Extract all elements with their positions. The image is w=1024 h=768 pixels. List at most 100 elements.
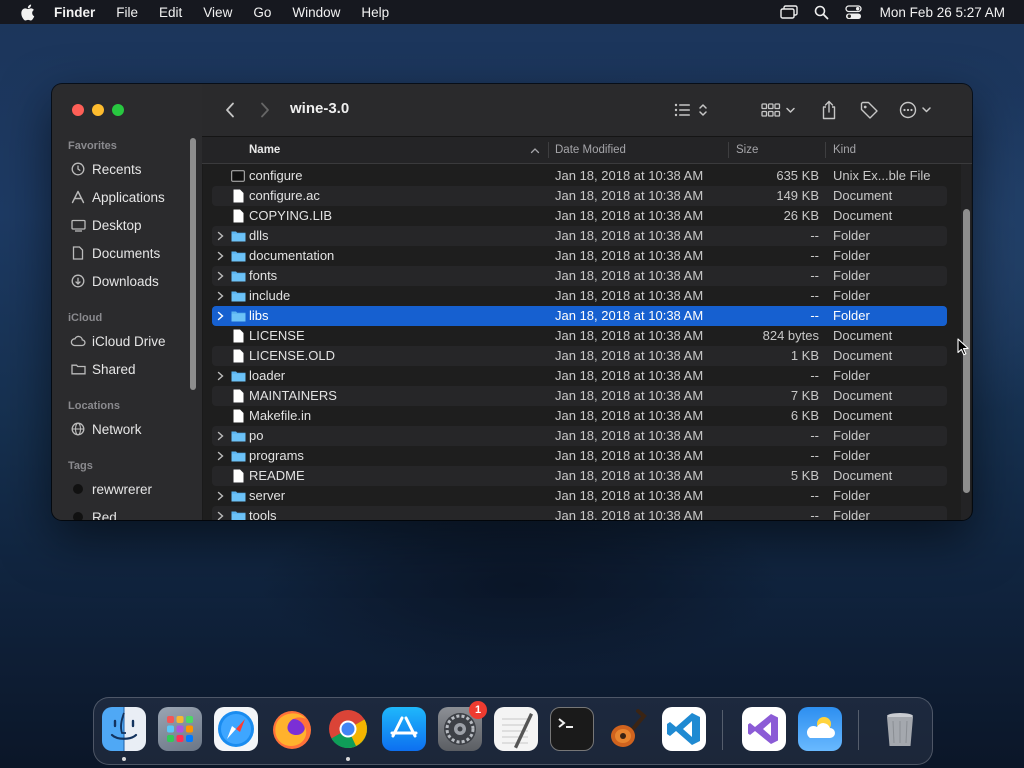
file-row-dlls[interactable]: dlls Jan 18, 2018 at 10:38 AM -- Folder [212,226,947,246]
file-row-programs[interactable]: programs Jan 18, 2018 at 10:38 AM -- Fol… [212,446,947,466]
disclosure-chevron-icon[interactable] [214,266,226,286]
disclosure-chevron-icon[interactable] [214,306,226,326]
menu-window[interactable]: Window [292,5,340,20]
disclosure-chevron-icon[interactable] [214,506,226,520]
menu-file[interactable]: File [116,5,138,20]
column-header-size[interactable]: Size [736,137,758,163]
desktop-icon [70,217,86,233]
column-divider[interactable] [825,142,826,158]
file-name: libs [249,308,269,323]
file-row-include[interactable]: include Jan 18, 2018 at 10:38 AM -- Fold… [212,286,947,306]
dock-trash-icon[interactable] [878,707,922,751]
group-by-button[interactable] [760,98,800,122]
file-row-configure[interactable]: configure Jan 18, 2018 at 10:38 AM 635 K… [212,166,947,186]
dock-launchpad-icon[interactable] [158,707,202,751]
dock-chrome-icon[interactable] [326,707,370,751]
control-center-icon[interactable] [845,4,862,20]
file-row-copying-lib[interactable]: COPYING.LIB Jan 18, 2018 at 10:38 AM 26 … [212,206,947,226]
dock-terminal-icon[interactable] [550,707,594,751]
menu-help[interactable]: Help [361,5,389,20]
apple-menu-icon[interactable] [18,3,36,21]
file-row-loader[interactable]: loader Jan 18, 2018 at 10:38 AM -- Folde… [212,366,947,386]
file-name: tools [249,508,277,520]
dock-app-store-icon[interactable] [382,707,426,751]
disclosure-chevron-icon[interactable] [214,286,226,306]
sidebar-tag-rewwrerer[interactable]: rewwrerer [70,477,152,501]
file-row-readme[interactable]: README Jan 18, 2018 at 10:38 AM 5 KB Doc… [212,466,947,486]
executable-file-icon [230,166,246,186]
file-date: Jan 18, 2018 at 10:38 AM [555,428,704,443]
disclosure-chevron-icon[interactable] [214,246,226,266]
dock-finder-icon[interactable] [102,707,146,751]
tag-icon[interactable] [858,98,880,122]
sidebar-item-downloads[interactable]: Downloads [70,269,159,293]
file-row-configure-ac[interactable]: configure.ac Jan 18, 2018 at 10:38 AM 14… [212,186,947,206]
file-row-server[interactable]: server Jan 18, 2018 at 10:38 AM -- Folde… [212,486,947,506]
sidebar-item-shared[interactable]: Shared [70,357,136,381]
menu-go[interactable]: Go [253,5,271,20]
file-kind: Folder [833,308,870,323]
file-row-license-old[interactable]: LICENSE.OLD Jan 18, 2018 at 10:38 AM 1 K… [212,346,947,366]
file-size: 824 bytes [762,328,819,343]
back-button[interactable] [220,98,240,122]
dock-visual-studio-icon[interactable] [742,707,786,751]
dock-vscode-icon[interactable] [662,707,706,751]
file-list: configure Jan 18, 2018 at 10:38 AM 635 K… [202,164,972,520]
close-window-button[interactable] [72,104,84,116]
menu-clock[interactable]: Mon Feb 26 5:27 AM [880,5,1005,20]
file-row-license[interactable]: LICENSE Jan 18, 2018 at 10:38 AM 824 byt… [212,326,947,346]
share-icon[interactable] [819,98,839,122]
file-date: Jan 18, 2018 at 10:38 AM [555,208,704,223]
sidebar-item-recents[interactable]: Recents [70,157,142,181]
dock-safari-icon[interactable] [214,707,258,751]
more-actions-button[interactable] [898,98,936,122]
dock-garageband-icon[interactable] [606,707,650,751]
sidebar-item-icloud-drive[interactable]: iCloud Drive [70,329,166,353]
file-row-documentation[interactable]: documentation Jan 18, 2018 at 10:38 AM -… [212,246,947,266]
dock-firefox-icon[interactable] [270,707,314,751]
column-header-name[interactable]: Name [249,137,280,163]
column-header-kind[interactable]: Kind [833,137,856,163]
sidebar-item-applications[interactable]: Applications [70,185,165,209]
screen-mirroring-icon[interactable] [779,5,798,19]
sidebar-item-network[interactable]: Network [70,417,142,441]
file-date: Jan 18, 2018 at 10:38 AM [555,268,704,283]
column-header-date[interactable]: Date Modified [555,137,626,163]
file-row-makefile-in[interactable]: Makefile.in Jan 18, 2018 at 10:38 AM 6 K… [212,406,947,426]
menu-app-name[interactable]: Finder [54,5,95,20]
file-row-libs-selected[interactable]: libs Jan 18, 2018 at 10:38 AM -- Folder [212,306,947,326]
sidebar-tag-red[interactable]: Red [70,505,117,520]
disclosure-chevron-icon[interactable] [214,226,226,246]
disclosure-chevron-icon[interactable] [214,426,226,446]
spotlight-search-icon[interactable] [814,5,829,20]
menu-edit[interactable]: Edit [159,5,182,20]
menu-view[interactable]: View [203,5,232,20]
sidebar-item-documents[interactable]: Documents [70,241,160,265]
file-size: -- [810,428,819,443]
zoom-window-button[interactable] [112,104,124,116]
file-row-maintainers[interactable]: MAINTAINERS Jan 18, 2018 at 10:38 AM 7 K… [212,386,947,406]
disclosure-chevron-icon[interactable] [214,486,226,506]
file-row-fonts[interactable]: fonts Jan 18, 2018 at 10:38 AM -- Folder [212,266,947,286]
sidebar-item-desktop[interactable]: Desktop [70,213,142,237]
document-icon [230,386,246,406]
minimize-window-button[interactable] [92,104,104,116]
disclosure-chevron-icon[interactable] [214,366,226,386]
file-date: Jan 18, 2018 at 10:38 AM [555,448,704,463]
file-date: Jan 18, 2018 at 10:38 AM [555,408,704,423]
dock-weather-icon[interactable] [798,707,842,751]
applications-icon [70,189,86,205]
sort-ascending-icon [530,137,542,163]
column-divider[interactable] [548,142,549,158]
disclosure-chevron-icon[interactable] [214,446,226,466]
file-row-po[interactable]: po Jan 18, 2018 at 10:38 AM -- Folder [212,426,947,446]
sidebar-scrollbar[interactable] [190,138,196,390]
dock-textedit-icon[interactable] [494,707,538,751]
file-kind: Folder [833,368,870,383]
file-row-tools[interactable]: tools Jan 18, 2018 at 10:38 AM -- Folder [212,506,947,520]
file-date: Jan 18, 2018 at 10:38 AM [555,328,704,343]
column-divider[interactable] [728,142,729,158]
forward-button[interactable] [255,98,275,122]
file-name: configure [249,168,303,183]
view-options-button[interactable] [672,98,712,122]
